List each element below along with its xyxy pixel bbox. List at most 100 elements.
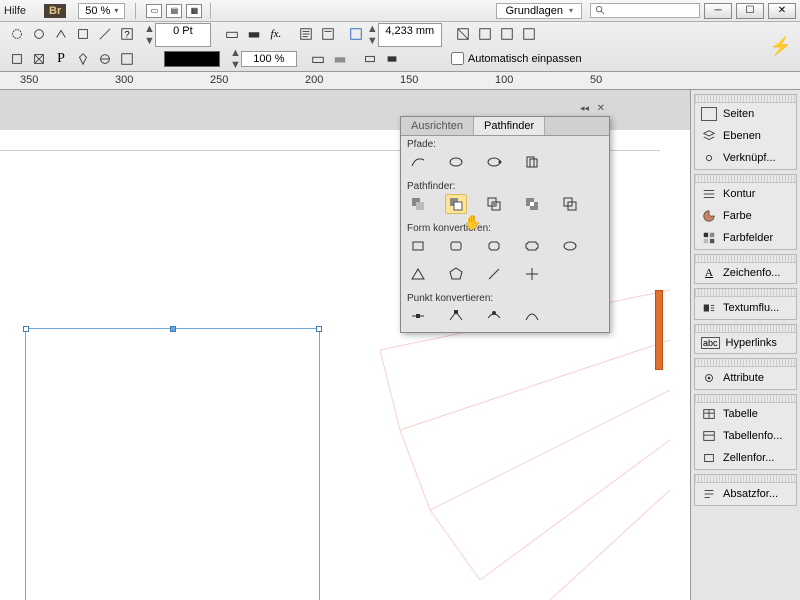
arrange-button[interactable]: ▤ (166, 4, 182, 18)
close-button[interactable]: ✕ (768, 3, 796, 19)
panel-grip[interactable] (695, 289, 796, 297)
panel-links[interactable]: Verknüpf... (695, 147, 796, 169)
tool-icon[interactable] (73, 49, 93, 69)
panel-layers[interactable]: Ebenen (695, 125, 796, 147)
join-path-button[interactable] (407, 152, 429, 172)
panel-grip[interactable] (695, 359, 796, 367)
panel-grip[interactable] (695, 395, 796, 403)
bridge-button[interactable]: Br (44, 4, 66, 18)
panel-grip[interactable] (695, 475, 796, 483)
tab-pathfinder[interactable]: Pathfinder (474, 117, 545, 135)
wrap-button[interactable] (360, 49, 380, 69)
panel-grip[interactable] (695, 175, 796, 183)
triangle-button[interactable] (407, 264, 429, 284)
crop-amount-field[interactable]: 4,233 mm (378, 23, 442, 47)
line-button[interactable] (483, 264, 505, 284)
plain-point-button[interactable] (407, 306, 429, 326)
panel-grip[interactable] (695, 95, 796, 103)
fx-button[interactable]: fx. (266, 24, 286, 44)
rect-button[interactable] (407, 236, 429, 256)
help-menu[interactable]: Hilfe (4, 5, 26, 17)
autofit-checkbox[interactable]: Automatisch einpassen (451, 52, 582, 65)
ellipse-button[interactable] (559, 236, 581, 256)
tool-icon[interactable] (73, 24, 93, 44)
panel-textwrap[interactable]: Textumflu... (695, 297, 796, 319)
orthogonal-line-button[interactable] (521, 264, 543, 284)
inverse-rounded-button[interactable] (521, 236, 543, 256)
reverse-path-button[interactable] (521, 152, 543, 172)
tool-icon[interactable] (29, 49, 49, 69)
effect-button[interactable] (330, 49, 350, 69)
frame-fit-button[interactable] (346, 24, 366, 44)
panel-grip[interactable] (695, 325, 796, 333)
screen-mode-button[interactable]: ▭ (146, 4, 162, 18)
tool-icon[interactable] (51, 24, 71, 44)
panel-attributes[interactable]: Attribute (695, 367, 796, 389)
section-convert-point: Punkt konvertieren: (401, 290, 609, 304)
subtract-button[interactable] (445, 194, 467, 214)
panel-stroke[interactable]: Kontur (695, 183, 796, 205)
section-convert-shape: Form konvertieren: (401, 220, 609, 234)
panel-close-icon[interactable]: ✕ (597, 103, 605, 114)
text-tool-icon[interactable]: P (51, 49, 71, 69)
opacity-field[interactable]: 100 % (241, 51, 297, 67)
rounded-rect-button[interactable] (445, 236, 467, 256)
panel-color[interactable]: Farbe (695, 205, 796, 227)
polygon-button[interactable] (445, 264, 467, 284)
zoom-dropdown[interactable]: 50 % (78, 3, 125, 19)
workspace-switcher[interactable]: Grundlagen (496, 3, 582, 19)
panel-grip[interactable] (695, 255, 796, 263)
fx-button[interactable] (244, 24, 264, 44)
tool-icon[interactable] (95, 24, 115, 44)
panel-character[interactable]: AZeichenfo... (695, 263, 796, 283)
bevel-button[interactable] (483, 236, 505, 256)
view-options-button[interactable]: ▦ (186, 4, 202, 18)
section-paths: Pfade: (401, 136, 609, 150)
tool-icon[interactable] (29, 24, 49, 44)
tool-icon[interactable] (7, 24, 27, 44)
intersect-button[interactable] (483, 194, 505, 214)
search-input[interactable] (590, 3, 700, 18)
open-path-button[interactable] (445, 152, 467, 172)
align-button[interactable] (318, 24, 338, 44)
panel-pages[interactable]: Seiten (695, 103, 796, 125)
exclude-button[interactable] (521, 194, 543, 214)
fill-swatch[interactable] (164, 51, 220, 67)
symmetrical-point-button[interactable] (521, 306, 543, 326)
tool-icon[interactable] (7, 49, 27, 69)
character-icon: A (701, 267, 717, 279)
fx-button[interactable] (222, 24, 242, 44)
panel-cellstyles[interactable]: Zellenfor... (695, 447, 796, 469)
table-icon (701, 407, 717, 421)
fit-button[interactable] (519, 24, 539, 44)
stroke-weight-field[interactable]: 0 Pt (155, 23, 211, 47)
minimize-button[interactable]: ─ (704, 3, 732, 19)
tab-align[interactable]: Ausrichten (401, 117, 474, 135)
object-marker[interactable] (655, 290, 663, 370)
minus-back-button[interactable] (559, 194, 581, 214)
panel-collapse-icon[interactable]: ◂◂ (580, 103, 589, 114)
smooth-point-button[interactable] (483, 306, 505, 326)
corner-point-button[interactable] (445, 306, 467, 326)
fit-button[interactable] (497, 24, 517, 44)
help-icon[interactable]: ? (117, 24, 137, 44)
close-path-button[interactable] (483, 152, 505, 172)
swatches-icon (701, 231, 717, 245)
panel-tablestyles[interactable]: Tabellenfo... (695, 425, 796, 447)
add-button[interactable] (407, 194, 429, 214)
section-pathfinder: Pathfinder: (401, 178, 609, 192)
panel-swatches[interactable]: Farbfelder (695, 227, 796, 249)
effect-button[interactable] (308, 49, 328, 69)
align-button[interactable] (296, 24, 316, 44)
panel-hyperlinks[interactable]: abcHyperlinks (695, 333, 796, 353)
fit-button[interactable] (475, 24, 495, 44)
wrap-button[interactable] (382, 49, 402, 69)
panel-table[interactable]: Tabelle (695, 403, 796, 425)
menu-bar: Hilfe Br 50 % ▭ ▤ ▦ Grundlagen ─ ☐ ✕ (0, 0, 800, 22)
maximize-button[interactable]: ☐ (736, 3, 764, 19)
panel-paragraphstyles[interactable]: Absatzfor... (695, 483, 796, 505)
tool-icon[interactable] (117, 49, 137, 69)
tool-icon[interactable] (95, 49, 115, 69)
fit-button[interactable] (453, 24, 473, 44)
selection-box[interactable] (25, 328, 320, 600)
